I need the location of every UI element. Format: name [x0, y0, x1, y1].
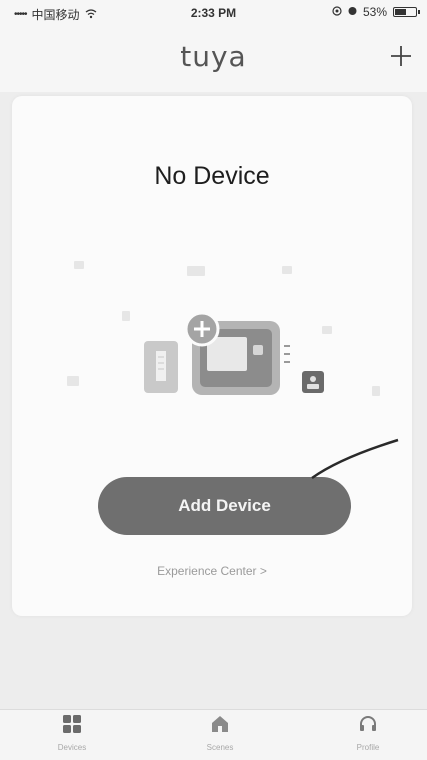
app-logo: tuya	[180, 40, 247, 73]
tab-label: Scenes	[206, 743, 234, 752]
tab-label: Devices	[57, 743, 87, 752]
status-right: 53%	[332, 5, 420, 19]
device-illustration	[52, 241, 382, 441]
tab-scenes[interactable]: Scenes	[170, 714, 270, 752]
page-title: No Device	[154, 162, 270, 190]
alarm-icon	[348, 5, 357, 19]
tab-devices[interactable]: Devices	[22, 714, 122, 752]
tab-bar: Devices Scenes Profile	[0, 709, 427, 760]
plus-icon[interactable]	[389, 44, 413, 74]
experience-center-link[interactable]: Experience Center >	[12, 564, 412, 578]
battery-percent: 53%	[362, 5, 387, 19]
battery-level	[395, 9, 406, 15]
location-icon	[332, 5, 342, 19]
tab-profile[interactable]: Profile	[318, 714, 418, 752]
device-card: No Device Add Device Experience Center >	[12, 96, 412, 616]
navigation-bar: tuya	[0, 26, 427, 92]
grid-icon	[62, 714, 82, 739]
battery-icon	[393, 7, 420, 17]
home-icon	[210, 714, 230, 739]
tab-label: Profile	[356, 743, 380, 752]
headset-icon	[358, 714, 378, 739]
status-bar: ••••• 中国移动 2:33 PM 53%	[0, 0, 427, 26]
add-device-button[interactable]: Add Device	[98, 477, 351, 535]
